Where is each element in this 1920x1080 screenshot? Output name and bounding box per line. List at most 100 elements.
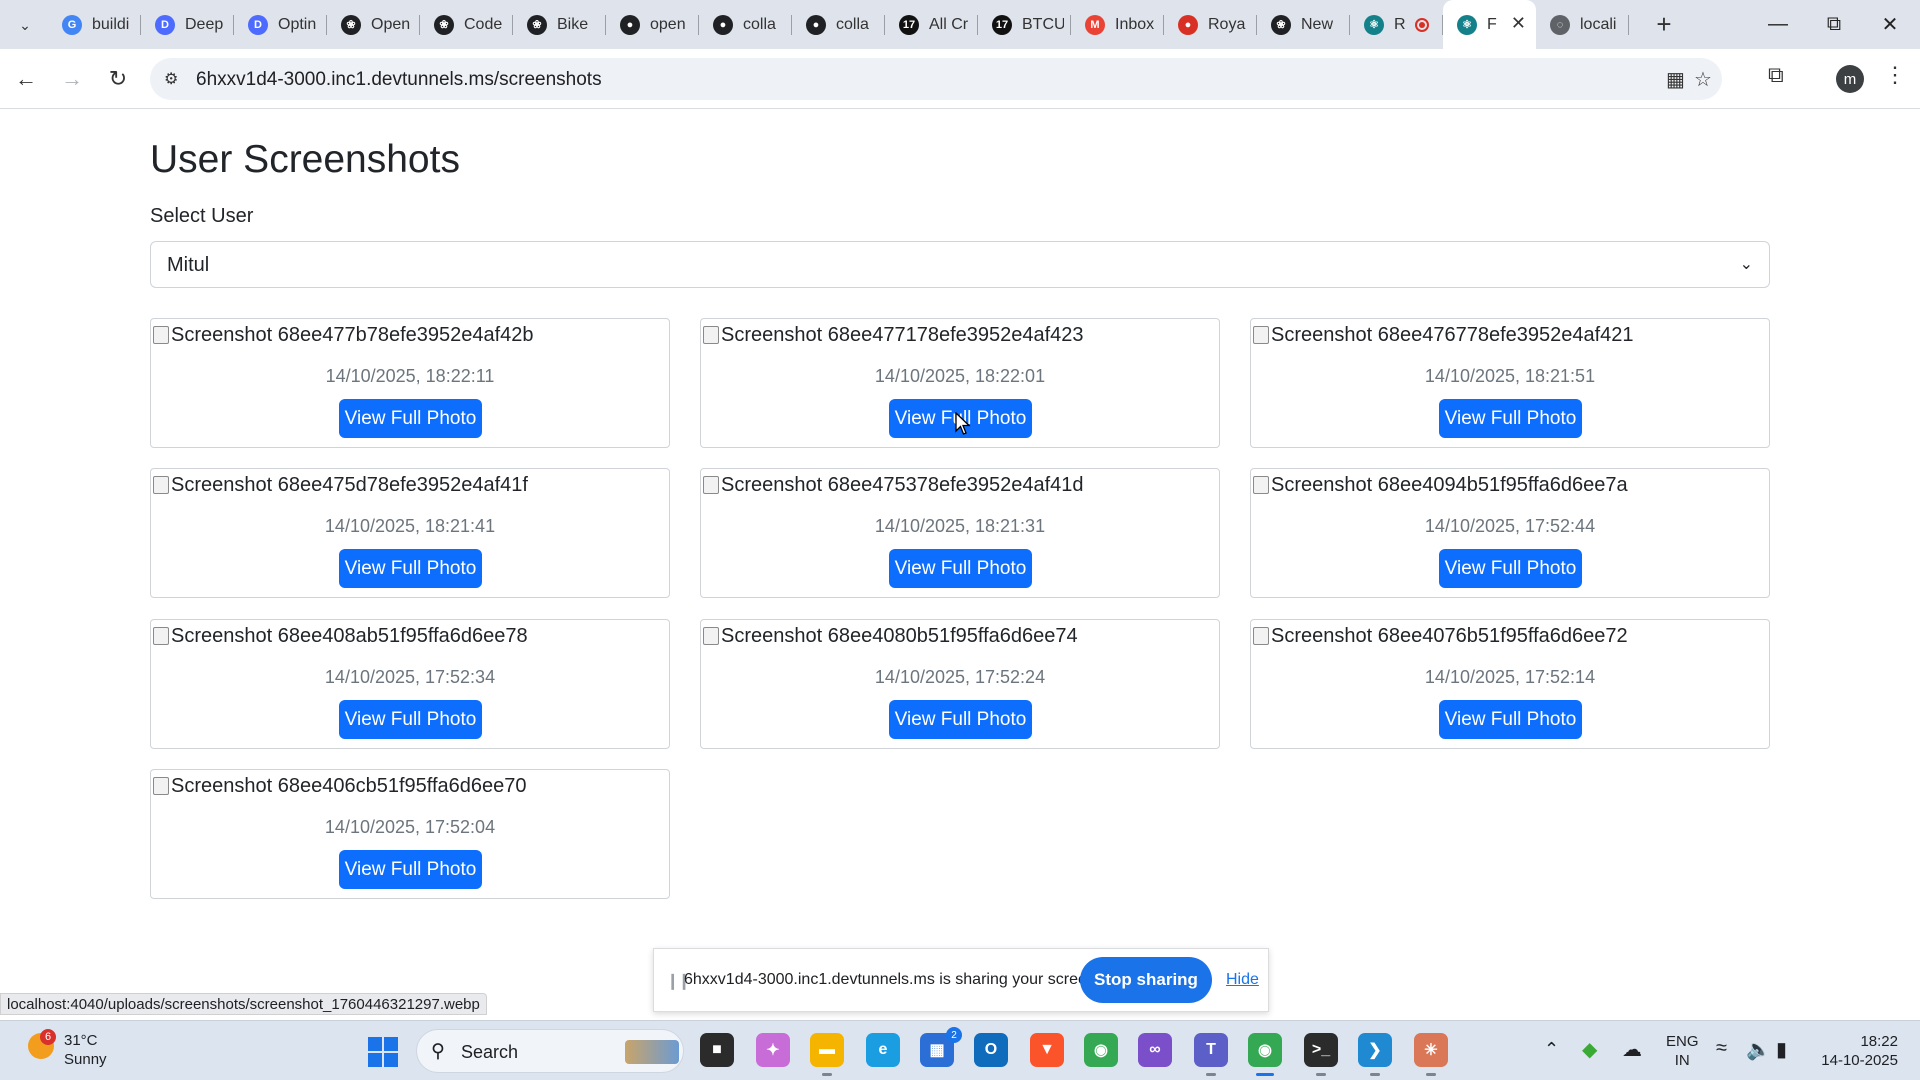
- screenshot-image[interactable]: Screenshot 68ee475378efe3952e4af41d: [703, 473, 1084, 497]
- address-bar[interactable]: ⚙ 6hxxv1d4-3000.inc1.devtunnels.ms/scree…: [150, 58, 1722, 100]
- screenshot-timestamp: 14/10/2025, 18:21:51: [1424, 366, 1596, 386]
- screenshot-image[interactable]: Screenshot 68ee477178efe3952e4af423: [703, 323, 1084, 347]
- screenshot-alt-text: Screenshot 68ee4094b51f95ffa6d6ee7a: [1271, 473, 1628, 496]
- profile-avatar[interactable]: m: [1836, 65, 1864, 93]
- browser-tab[interactable]: D Deep: [141, 0, 234, 49]
- clock[interactable]: 18:22 14-10-2025: [1818, 1032, 1898, 1070]
- screenshot-image[interactable]: Screenshot 68ee4094b51f95ffa6d6ee7a: [1253, 473, 1628, 497]
- file-explorer-icon[interactable]: ▬: [810, 1033, 844, 1076]
- broken-image-icon: [153, 777, 169, 795]
- view-full-photo-button[interactable]: View Full Photo: [339, 399, 482, 438]
- view-full-photo-button[interactable]: View Full Photo: [339, 700, 482, 739]
- browser-tab[interactable]: ● Roya: [1164, 0, 1257, 49]
- language-indicator[interactable]: ENG IN: [1666, 1032, 1699, 1070]
- screenshot-card: Screenshot 68ee406cb51f95ffa6d6ee70 14/10…: [150, 769, 670, 899]
- site-info-icon[interactable]: ⚙: [164, 69, 178, 89]
- chrome-icon[interactable]: ◉: [1084, 1033, 1118, 1067]
- view-full-photo-button[interactable]: View Full Photo: [339, 549, 482, 588]
- screenshot-image[interactable]: Screenshot 68ee408ab51f95ffa6d6ee78: [153, 624, 528, 648]
- broken-image-icon: [1253, 476, 1269, 494]
- browser-tab[interactable]: ◌ locali: [1536, 0, 1629, 49]
- chevron-down-icon: ⌄: [1739, 256, 1753, 273]
- address-url[interactable]: 6hxxv1d4-3000.inc1.devtunnels.ms/screens…: [196, 69, 602, 91]
- forward-icon[interactable]: →: [56, 63, 88, 95]
- visual-studio-icon[interactable]: ∞: [1138, 1033, 1172, 1067]
- view-full-photo-button[interactable]: View Full Photo: [1439, 549, 1582, 588]
- claude-icon[interactable]: ✳: [1414, 1033, 1448, 1076]
- browser-tab[interactable]: ❀ Bike: [513, 0, 606, 49]
- volume-icon[interactable]: 🔈: [1746, 1037, 1771, 1062]
- install-app-icon[interactable]: ▦: [1666, 67, 1685, 92]
- browser-tab[interactable]: ⚛ F ✕: [1443, 0, 1536, 49]
- screenshot-image[interactable]: Screenshot 68ee4076b51f95ffa6d6ee72: [1253, 624, 1628, 648]
- weather-temperature[interactable]: 31°C: [64, 1032, 98, 1049]
- screenshot-timestamp: 14/10/2025, 18:21:31: [874, 516, 1046, 536]
- view-full-photo-button[interactable]: View Full Photo: [1439, 700, 1582, 739]
- task-view-icon[interactable]: ■: [700, 1033, 734, 1067]
- show-hidden-icons-icon[interactable]: ⌃: [1544, 1039, 1559, 1060]
- brave-icon[interactable]: ▼: [1030, 1033, 1064, 1067]
- restore-icon[interactable]: ⧉: [1806, 0, 1862, 49]
- browser-menu-icon[interactable]: ⋮: [1884, 62, 1906, 88]
- weather-badge: 6: [40, 1029, 56, 1045]
- browser-tab[interactable]: ❀ Code: [420, 0, 513, 49]
- back-icon[interactable]: ←: [10, 63, 42, 95]
- wifi-icon[interactable]: ≈: [1716, 1037, 1727, 1060]
- browser-tab[interactable]: ❀ New: [1257, 0, 1350, 49]
- browser-tab[interactable]: D Optin: [234, 0, 327, 49]
- chrome-icon[interactable]: ◉: [1248, 1033, 1282, 1076]
- browser-tab[interactable]: 17 All Cr: [885, 0, 978, 49]
- extensions-icon[interactable]: ⧉: [1768, 62, 1784, 88]
- broken-image-icon: [153, 627, 169, 645]
- weather-description[interactable]: Sunny: [64, 1051, 107, 1068]
- screenshot-alt-text: Screenshot 68ee475378efe3952e4af41d: [721, 473, 1084, 496]
- screenshot-timestamp: 14/10/2025, 17:52:14: [1424, 667, 1596, 687]
- stop-sharing-button[interactable]: Stop sharing: [1080, 957, 1212, 1003]
- terminal-icon[interactable]: >_: [1304, 1033, 1338, 1076]
- tab-label: Bike: [557, 15, 589, 33]
- view-full-photo-button[interactable]: View Full Photo: [889, 700, 1032, 739]
- close-tab-icon[interactable]: ✕: [1511, 13, 1526, 34]
- vscode-icon[interactable]: ❯: [1358, 1033, 1392, 1076]
- tab-label: open: [650, 15, 686, 33]
- browser-tab[interactable]: ❀ Open: [327, 0, 420, 49]
- user-select[interactable]: Mitul ⌄: [150, 241, 1770, 288]
- browser-tab[interactable]: ⚛ R: [1350, 0, 1443, 49]
- screenshot-alt-text: Screenshot 68ee476778efe3952e4af421: [1271, 323, 1634, 346]
- teams-icon[interactable]: T: [1194, 1033, 1228, 1076]
- windows-start-icon[interactable]: [368, 1037, 398, 1067]
- tray-app-icon[interactable]: ◆: [1582, 1037, 1597, 1062]
- screenshot-image[interactable]: Screenshot 68ee476778efe3952e4af421: [1253, 323, 1634, 347]
- browser-tab[interactable]: ● colla: [792, 0, 885, 49]
- new-tab-icon[interactable]: +: [1648, 8, 1680, 40]
- edge-icon[interactable]: e: [866, 1033, 900, 1067]
- browser-tab[interactable]: ● colla: [699, 0, 792, 49]
- view-full-photo-button[interactable]: View Full Photo: [1439, 399, 1582, 438]
- tab-label: Open: [371, 15, 411, 33]
- browser-tab[interactable]: ● open: [606, 0, 699, 49]
- trending-icon: 17: [899, 14, 919, 35]
- screenshot-image[interactable]: Screenshot 68ee477b78efe3952e4af42b: [153, 323, 534, 347]
- browser-tab[interactable]: Gbuildi: [48, 0, 141, 49]
- onedrive-icon[interactable]: ☁: [1622, 1037, 1642, 1062]
- screenshot-image[interactable]: Screenshot 68ee4080b51f95ffa6d6ee74: [703, 624, 1078, 648]
- screenshot-image[interactable]: Screenshot 68ee475d78efe3952e4af41f: [153, 473, 528, 497]
- close-window-icon[interactable]: ✕: [1862, 0, 1918, 49]
- browser-tab[interactable]: M Inbox: [1071, 0, 1164, 49]
- bookmark-star-icon[interactable]: ☆: [1694, 67, 1712, 92]
- reload-icon[interactable]: ↻: [102, 63, 134, 95]
- view-full-photo-button[interactable]: View Full Photo: [889, 549, 1032, 588]
- hide-link[interactable]: Hide: [1226, 971, 1259, 989]
- screenshot-image[interactable]: Screenshot 68ee406cb51f95ffa6d6ee70: [153, 774, 527, 798]
- outlook-icon[interactable]: O: [974, 1033, 1008, 1067]
- copilot-icon[interactable]: ✦: [756, 1033, 790, 1067]
- select-user-label: Select User: [150, 205, 254, 227]
- broken-image-icon: [703, 476, 719, 494]
- minimize-icon[interactable]: —: [1750, 0, 1806, 49]
- browser-tab[interactable]: 17 BTCU: [978, 0, 1071, 49]
- view-full-photo-button[interactable]: View Full Photo: [339, 850, 482, 889]
- search-highlight-icon: [625, 1040, 679, 1064]
- battery-icon[interactable]: ▮: [1776, 1037, 1787, 1062]
- tab-search-icon[interactable]: ⌄: [10, 10, 40, 40]
- taskbar-search[interactable]: ⚲ Search: [416, 1029, 684, 1073]
